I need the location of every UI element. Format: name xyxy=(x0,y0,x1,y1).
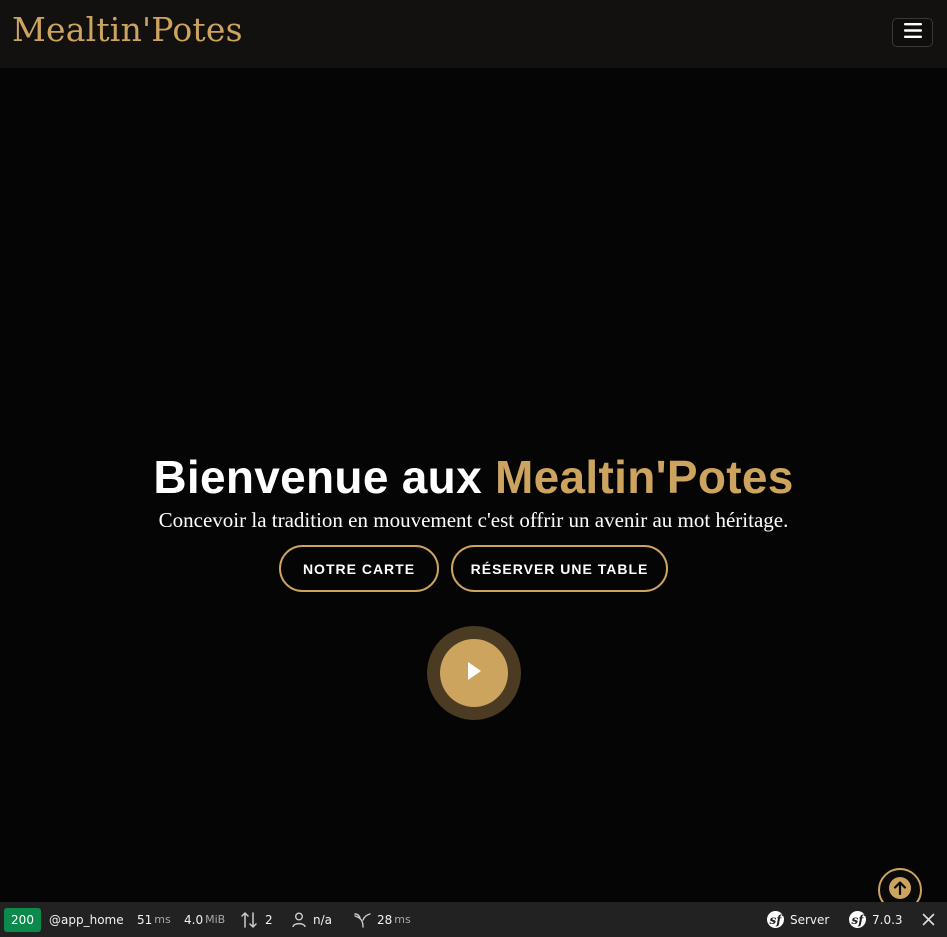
time-unit: ms xyxy=(154,913,171,926)
ajax-requests[interactable]: 2 xyxy=(241,902,273,937)
close-icon xyxy=(922,913,935,926)
play-video-button[interactable] xyxy=(440,639,508,707)
hero-subtitle: Concevoir la tradition en mouvement c'es… xyxy=(158,508,789,532)
symfony-logo-icon: sf xyxy=(767,911,784,928)
server-label: Server xyxy=(790,912,830,927)
debug-toolbar: 200 @app_home 51 ms 4.0 MiB 2 n/a 28 ms … xyxy=(0,902,947,937)
memory-value: 4.0 xyxy=(184,912,204,927)
our-menu-button[interactable]: NOTRE CARTE xyxy=(279,545,439,592)
symfony-version-logo-icon: sf xyxy=(849,911,866,928)
server-info[interactable]: sf Server xyxy=(767,902,829,937)
twig-render-time[interactable]: 28 ms xyxy=(354,902,411,937)
hamburger-icon xyxy=(903,23,922,42)
navbar: Mealtin'Potes xyxy=(0,0,947,68)
hero-title-prefix: Bienvenue aux xyxy=(153,451,496,503)
request-time[interactable]: 51 ms xyxy=(137,902,171,937)
twig-time-value: 28 xyxy=(377,912,393,927)
site-logo[interactable]: Mealtin'Potes xyxy=(12,8,243,52)
twig-icon xyxy=(354,912,371,928)
requests-count: 2 xyxy=(265,912,273,927)
user-value: n/a xyxy=(313,912,333,927)
arrow-up-icon xyxy=(887,875,913,905)
version-value: 7.0.3 xyxy=(872,912,903,927)
status-code-badge[interactable]: 200 xyxy=(4,908,41,932)
security-user[interactable]: n/a xyxy=(292,902,332,937)
twig-time-unit: ms xyxy=(394,913,411,926)
memory-usage[interactable]: 4.0 MiB xyxy=(184,902,225,937)
symfony-version[interactable]: sf 7.0.3 xyxy=(849,902,903,937)
play-icon xyxy=(465,661,483,685)
user-icon xyxy=(292,912,306,928)
book-table-button[interactable]: RÉSERVER UNE TABLE xyxy=(451,545,668,592)
close-toolbar-button[interactable] xyxy=(922,902,935,937)
sort-arrows-icon xyxy=(241,911,258,929)
menu-toggle-button[interactable] xyxy=(892,18,933,47)
hero-title-accent: Mealtin'Potes xyxy=(495,451,794,503)
hero-title: Bienvenue aux Mealtin'Potes xyxy=(0,449,947,505)
time-value: 51 xyxy=(137,912,153,927)
memory-unit: MiB xyxy=(205,913,226,926)
route-name[interactable]: @app_home xyxy=(49,902,124,937)
route-label: @app_home xyxy=(49,912,124,927)
